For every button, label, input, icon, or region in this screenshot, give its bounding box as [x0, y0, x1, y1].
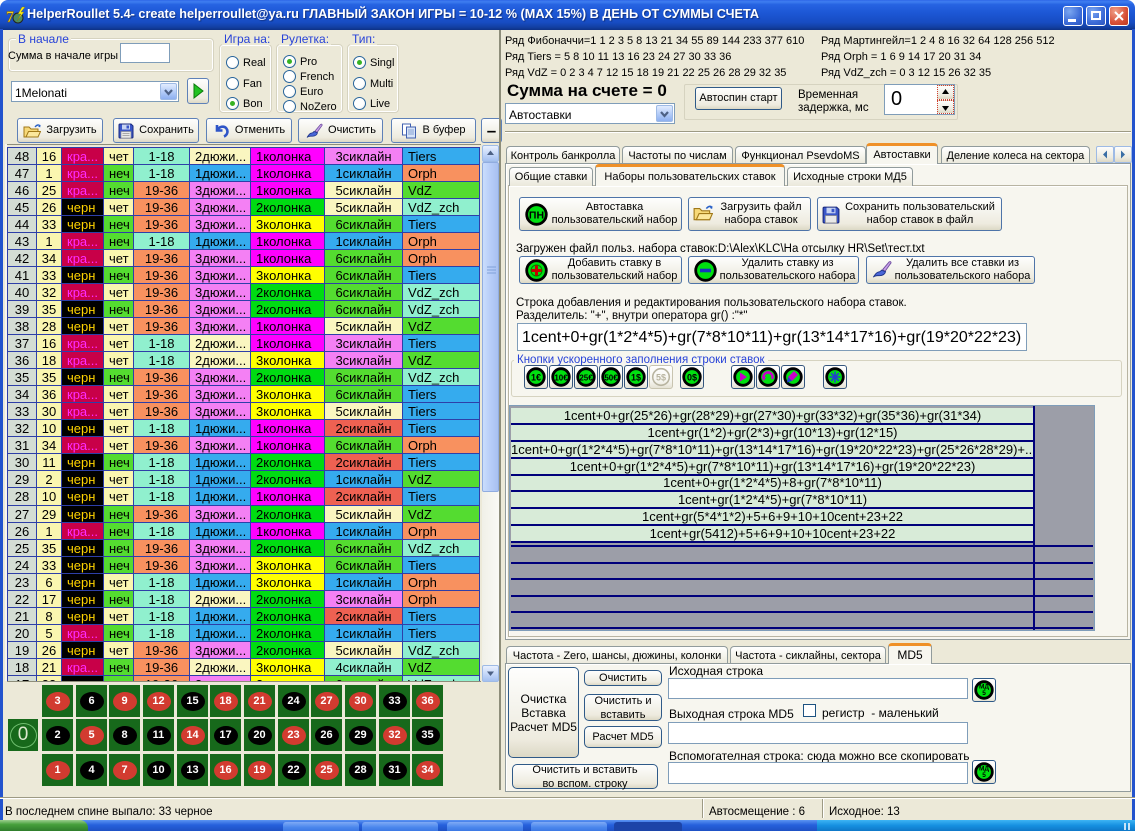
svg-text:50€: 50€ — [604, 374, 618, 383]
svg-text:10€: 10€ — [554, 374, 568, 383]
svg-text:1€: 1€ — [531, 373, 541, 383]
svg-text:5$: 5$ — [656, 373, 666, 383]
svg-text:0$: 0$ — [687, 373, 697, 383]
svg-text:5: 5 — [982, 690, 986, 697]
svg-text:ПН: ПН — [529, 210, 544, 222]
svg-text:5: 5 — [982, 772, 986, 779]
svg-text:1$: 1$ — [631, 373, 641, 383]
svg-text:25€: 25€ — [579, 374, 593, 383]
